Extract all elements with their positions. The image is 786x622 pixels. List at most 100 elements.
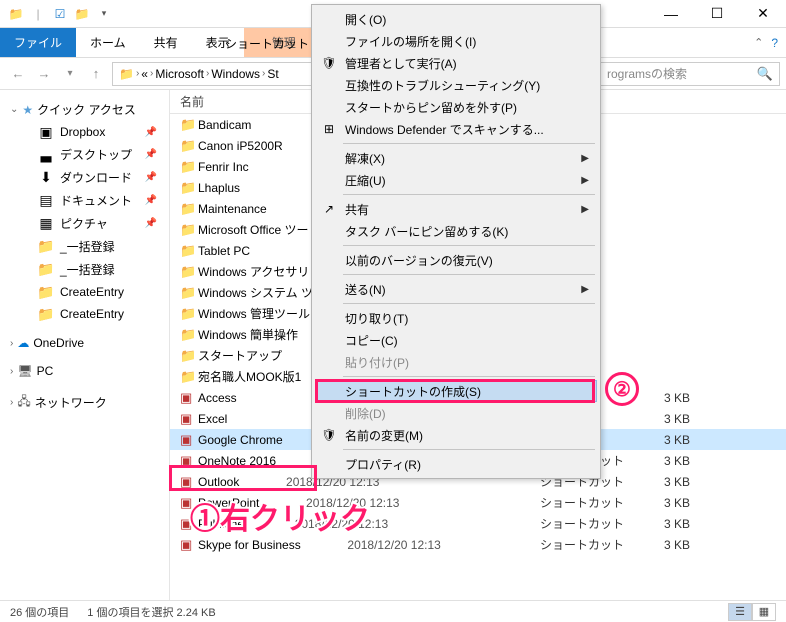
menu-item[interactable]: 送る(N)▶ — [315, 278, 597, 300]
menu-item-label: ファイルの場所を開く(I) — [345, 33, 476, 50]
minimize-button[interactable]: — — [648, 0, 694, 28]
menu-item[interactable]: 貼り付け(P) — [315, 351, 597, 373]
nav-item[interactable]: ▣Dropbox📌 — [0, 121, 169, 143]
menu-item[interactable]: ショートカットの作成(S) — [315, 380, 597, 402]
nav-item[interactable]: 📁_一括登録 — [0, 258, 169, 281]
nav-recent-dropdown[interactable]: ▾ — [58, 62, 82, 86]
menu-item[interactable]: ↗共有▶ — [315, 198, 597, 220]
menu-item[interactable]: 🛡管理者として実行(A) — [315, 52, 597, 74]
qat-checkbox-icon[interactable]: ☑ — [52, 6, 68, 22]
menu-item-label: 圧縮(U) — [345, 172, 386, 189]
nav-item[interactable]: 📁CreateEntry — [0, 281, 169, 303]
menu-item[interactable]: 互換性のトラブルシューティング(Y) — [315, 74, 597, 96]
context-menu: 開く(O)ファイルの場所を開く(I)🛡管理者として実行(A)互換性のトラブルシュ… — [311, 4, 601, 479]
nav-up-button[interactable]: ↑ — [84, 62, 108, 86]
tab-home[interactable]: ホーム — [76, 28, 140, 57]
chevron-right-icon[interactable]: › — [150, 68, 153, 79]
ribbon-context-tab[interactable]: ショートカット ツ — [225, 28, 324, 58]
close-button[interactable]: ✕ — [740, 0, 786, 28]
nav-pc[interactable]: › 🖥 PC — [0, 361, 169, 381]
menu-item[interactable]: タスク バーにピン留めする(K) — [315, 220, 597, 242]
status-selection: 1 個の項目を選択 2.24 KB — [87, 604, 215, 620]
qat-btn[interactable]: 📁 — [74, 6, 90, 22]
submenu-arrow-icon: ▶ — [581, 175, 589, 186]
nav-network[interactable]: › 🖧 ネットワーク — [0, 389, 169, 416]
nav-item[interactable]: ▤ドキュメント📌 — [0, 189, 169, 212]
folder-icon: 📁 — [180, 222, 198, 238]
chevron-right-icon[interactable]: › — [206, 68, 209, 79]
menu-separator — [343, 274, 595, 275]
menu-item[interactable]: 🛡名前の変更(M) — [315, 424, 597, 446]
tab-share[interactable]: 共有 — [140, 28, 192, 57]
nav-pc-label: PC — [37, 364, 54, 378]
nav-item[interactable]: 📁CreateEntry — [0, 303, 169, 325]
menu-item-label: 管理者として実行(A) — [345, 55, 457, 72]
menu-item[interactable]: スタートからピン留めを外す(P) — [315, 96, 597, 118]
chevron-down-icon[interactable]: ⌄ — [10, 104, 18, 115]
menu-item-label: Windows Defender でスキャンする... — [345, 121, 544, 138]
nav-item-icon: ▣ — [38, 124, 54, 140]
chevron-right-icon[interactable]: › — [10, 338, 13, 349]
status-bar: 26 個の項目 1 個の項目を選択 2.24 KB ☰ ▦ — [0, 600, 786, 622]
chevron-right-icon[interactable]: › — [136, 68, 139, 79]
maximize-button[interactable]: ☐ — [694, 0, 740, 28]
menu-item-label: スタートからピン留めを外す(P) — [345, 99, 517, 116]
pin-icon: 📌 — [145, 195, 163, 206]
nav-item[interactable]: ▦ピクチャ📌 — [0, 212, 169, 235]
menu-item[interactable]: ⊞ Windows Defender でスキャンする... — [315, 118, 597, 140]
menu-item[interactable]: 圧縮(U) ▶ — [315, 169, 597, 191]
search-icon[interactable]: 🔍 — [757, 66, 773, 82]
breadcrumb-seg[interactable]: Microsoft — [155, 67, 204, 81]
menu-item[interactable]: プロパティ(R) — [315, 453, 597, 475]
nav-item-label: _一括登録 — [60, 238, 115, 255]
menu-separator — [343, 376, 595, 377]
chevron-right-icon[interactable]: › — [262, 68, 265, 79]
breadcrumb-root-icon[interactable]: 📁 — [119, 67, 134, 81]
breadcrumb-seg[interactable]: Windows — [211, 67, 260, 81]
nav-item[interactable]: 📁_一括登録 — [0, 235, 169, 258]
menu-item[interactable]: コピー(C) — [315, 329, 597, 351]
onedrive-icon: ☁ — [17, 336, 29, 350]
shortcut-icon: ▣ — [180, 390, 198, 406]
nav-forward-button[interactable]: → — [32, 62, 56, 86]
folder-icon: 📁 — [180, 117, 198, 133]
menu-separator — [343, 194, 595, 195]
nav-item[interactable]: ▃デスクトップ📌 — [0, 143, 169, 166]
breadcrumb-ellipsis[interactable]: « — [141, 67, 148, 81]
nav-item-label: ドキュメント — [60, 192, 132, 209]
menu-item-icon: 🛡 — [321, 427, 337, 443]
folder-icon: 📁 — [180, 285, 198, 301]
menu-item-label: コピー(C) — [345, 332, 398, 349]
menu-item-label: 切り取り(T) — [345, 310, 408, 327]
nav-item[interactable]: ⬇ダウンロード📌 — [0, 166, 169, 189]
menu-item[interactable]: 解凍(X)▶ — [315, 147, 597, 169]
chevron-right-icon[interactable]: › — [10, 397, 13, 408]
menu-item[interactable]: 削除(D) — [315, 402, 597, 424]
menu-item-label: 共有 — [345, 201, 369, 218]
pin-icon: 📌 — [145, 149, 163, 160]
ribbon-collapse-icon[interactable]: ⌃ — [754, 36, 763, 49]
nav-back-button[interactable]: ← — [6, 62, 30, 86]
qat-dropdown[interactable]: ▾ — [96, 6, 112, 22]
view-icons-button[interactable]: ▦ — [752, 603, 776, 621]
submenu-arrow-icon: ▶ — [581, 204, 589, 215]
quick-access-toolbar: 📁 | ☑ 📁 ▾ — [0, 6, 112, 22]
menu-item[interactable]: 開く(O) — [315, 8, 597, 30]
shortcut-icon: ▣ — [180, 432, 198, 448]
menu-item[interactable]: 以前のバージョンの復元(V) — [315, 249, 597, 271]
menu-item-icon: ⊞ — [321, 121, 337, 137]
search-input[interactable]: rogramsの検索 🔍 — [600, 62, 780, 86]
help-icon[interactable]: ? — [771, 36, 778, 50]
tab-file[interactable]: ファイル — [0, 28, 76, 57]
breadcrumb-seg[interactable]: St — [267, 67, 278, 81]
nav-item-label: CreateEntry — [60, 307, 124, 321]
menu-item[interactable]: ファイルの場所を開く(I) — [315, 30, 597, 52]
file-size: 3 KB — [630, 517, 710, 531]
chevron-right-icon[interactable]: › — [10, 366, 13, 377]
nav-onedrive-label: OneDrive — [33, 336, 84, 350]
shortcut-icon: ▣ — [180, 453, 198, 469]
view-details-button[interactable]: ☰ — [728, 603, 752, 621]
nav-onedrive[interactable]: › ☁ OneDrive — [0, 333, 169, 353]
nav-quick-access[interactable]: ⌄ ★ クイック アクセス — [0, 98, 169, 121]
menu-item[interactable]: 切り取り(T) — [315, 307, 597, 329]
